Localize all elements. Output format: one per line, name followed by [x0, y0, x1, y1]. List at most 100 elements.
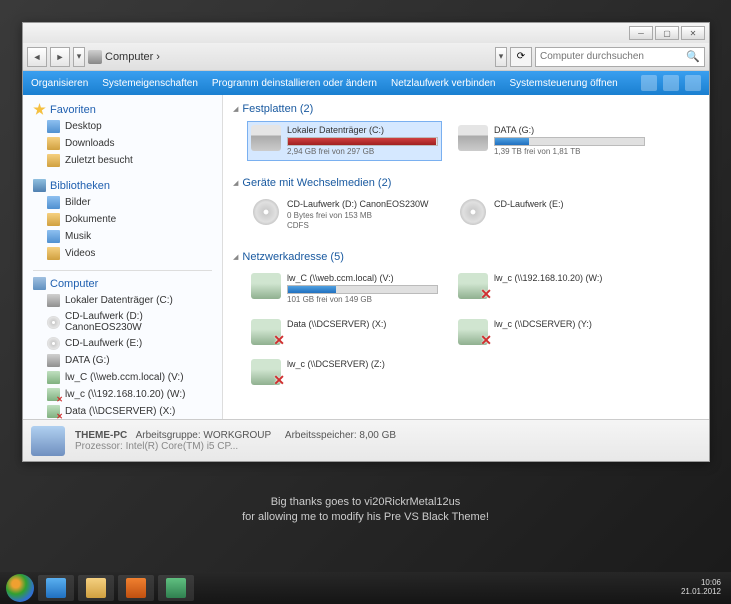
drive-item[interactable]: DATA (G:) 1,39 TB frei von 1,81 TB: [454, 121, 649, 161]
preview-pane-icon[interactable]: [663, 75, 679, 91]
drive-name: CD-Laufwerk (E:): [494, 199, 645, 210]
maximize-button[interactable]: ▢: [655, 26, 679, 40]
network-drive-icon: [251, 273, 281, 299]
search-input[interactable]: [540, 51, 686, 62]
search-box[interactable]: 🔍: [535, 47, 705, 67]
drive-item[interactable]: lw_c (\\DCSERVER) (Z:): [247, 355, 442, 389]
music-icon: [47, 230, 60, 243]
command-bar: Organisieren Systemeigenschaften Program…: [23, 71, 709, 95]
minimize-button[interactable]: ─: [629, 26, 653, 40]
sidebar-item-drive[interactable]: Data (\\DCSERVER) (X:): [23, 403, 222, 419]
drive-fs-text: CDFS: [287, 221, 438, 231]
recent-icon: [47, 154, 60, 167]
category-header-rm[interactable]: Geräte mit Wechselmedien (2): [233, 175, 699, 191]
view-options-icon[interactable]: [641, 75, 657, 91]
computer-icon: [88, 50, 102, 64]
drive-name: lw_c (\\192.168.10.20) (W:): [494, 273, 645, 284]
sidebar-item-documents[interactable]: Dokumente: [23, 211, 222, 228]
storage-bar: [287, 137, 438, 146]
libraries-header[interactable]: Bibliotheken: [23, 177, 222, 194]
map-network-drive-button[interactable]: Netzlaufwerk verbinden: [391, 78, 496, 89]
tray-date: 21.01.2012: [681, 588, 721, 597]
storage-bar: [494, 137, 645, 146]
sidebar-item-drive[interactable]: CD-Laufwerk (D:) CanonEOS230W: [23, 309, 222, 335]
category-header-hd[interactable]: Festplatten (2): [233, 101, 699, 117]
computer-icon: [33, 277, 46, 290]
app-icon: [166, 578, 186, 598]
credits-text: Big thanks goes to vi20RickrMetal12us fo…: [0, 495, 731, 526]
drive-free-text: 2,94 GB frei von 297 GB: [287, 147, 438, 157]
computer-header[interactable]: Computer: [23, 275, 222, 292]
storage-bar: [287, 285, 438, 294]
forward-button[interactable]: ►: [50, 47, 70, 67]
uninstall-program-button[interactable]: Programm deinstallieren oder ändern: [212, 78, 377, 89]
drive-item[interactable]: lw_c (\\DCSERVER) (Y:): [454, 315, 649, 349]
drive-name: lw_C (\\web.ccm.local) (V:): [287, 273, 438, 284]
drive-name: DATA (G:): [494, 125, 645, 136]
drive-name: CD-Laufwerk (D:) CanonEOS230W: [287, 199, 438, 210]
help-icon[interactable]: [685, 75, 701, 91]
cd-icon: [251, 199, 281, 225]
breadcrumb-computer[interactable]: Computer: [105, 51, 153, 63]
desktop-icon: [47, 120, 60, 133]
computer-large-icon: [31, 426, 65, 456]
category-header-net[interactable]: Netzwerkadresse (5): [233, 249, 699, 265]
content-pane: Festplatten (2) Lokaler Datenträger (C:)…: [223, 95, 709, 419]
sidebar-item-music[interactable]: Musik: [23, 228, 222, 245]
breadcrumb-sep: ›: [156, 51, 160, 63]
start-button[interactable]: [6, 574, 34, 602]
taskbar-app-4[interactable]: [158, 575, 194, 601]
drive-free-text: 1,39 TB frei von 1,81 TB: [494, 147, 645, 157]
navbar: ◄ ► ▾ Computer › ▾ ⟳ 🔍: [23, 43, 709, 71]
sidebar-item-recent[interactable]: Zuletzt besucht: [23, 152, 222, 169]
sidebar-item-videos[interactable]: Videos: [23, 245, 222, 262]
sidebar-item-drive[interactable]: lw_C (\\web.ccm.local) (V:): [23, 369, 222, 386]
category-network: Netzwerkadresse (5) lw_C (\\web.ccm.loca…: [233, 249, 699, 393]
address-bar[interactable]: Computer ›: [88, 50, 160, 64]
drive-item[interactable]: lw_c (\\192.168.10.20) (W:): [454, 269, 649, 309]
drive-item[interactable]: lw_C (\\web.ccm.local) (V:) 101 GB frei v…: [247, 269, 442, 309]
media-icon: [126, 578, 146, 598]
favorites-header[interactable]: Favoriten: [23, 101, 222, 118]
hdd-icon: [458, 125, 488, 151]
drive-free-text: 101 GB frei von 149 GB: [287, 295, 438, 305]
drive-free-text: 0 Bytes frei von 153 MB: [287, 211, 438, 221]
sidebar-item-downloads[interactable]: Downloads: [23, 135, 222, 152]
sidebar-item-drive[interactable]: Lokaler Datenträger (C:): [23, 292, 222, 309]
network-drive-disconnected-icon: [458, 273, 488, 299]
ie-icon: [46, 578, 66, 598]
organize-menu[interactable]: Organisieren: [31, 78, 88, 89]
back-button[interactable]: ◄: [27, 47, 47, 67]
cd-icon: [47, 337, 60, 350]
drive-item[interactable]: CD-Laufwerk (D:) CanonEOS230W0 Bytes fre…: [247, 195, 442, 234]
sidebar-item-drive[interactable]: CD-Laufwerk (E:): [23, 335, 222, 352]
category-removable: Geräte mit Wechselmedien (2) CD-Laufwerk…: [233, 175, 699, 238]
address-dropdown[interactable]: ▾: [495, 47, 507, 67]
drive-item[interactable]: Lokaler Datenträger (C:)2,94 GB frei von…: [247, 121, 442, 161]
system-properties-button[interactable]: Systemeigenschaften: [102, 78, 198, 89]
hdd-icon: [251, 125, 281, 151]
libraries-icon: [33, 179, 46, 192]
taskbar-app-media[interactable]: [118, 575, 154, 601]
taskbar-app-explorer[interactable]: [78, 575, 114, 601]
drive-name: lw_c (\\DCSERVER) (Z:): [287, 359, 438, 370]
system-tray[interactable]: 10:06 21.01.2012: [681, 579, 725, 597]
folder-icon: [47, 137, 60, 150]
star-icon: [33, 103, 46, 116]
drive-item[interactable]: Data (\\DCSERVER) (X:): [247, 315, 442, 349]
cd-icon: [458, 199, 488, 225]
refresh-button[interactable]: ⟳: [510, 47, 532, 67]
taskbar-app-ie[interactable]: [38, 575, 74, 601]
netx-icon: [47, 388, 60, 401]
details-pane: THEME-PC Arbeitsgruppe: WORKGROUP Arbeit…: [23, 419, 709, 461]
history-dropdown[interactable]: ▾: [73, 47, 85, 67]
control-panel-button[interactable]: Systemsteuerung öffnen: [509, 78, 617, 89]
sidebar-item-drive[interactable]: DATA (G:): [23, 352, 222, 369]
category-hard-disks: Festplatten (2) Lokaler Datenträger (C:)…: [233, 101, 699, 165]
sidebar-item-pictures[interactable]: Bilder: [23, 194, 222, 211]
sidebar-item-drive[interactable]: lw_c (\\192.168.10.20) (W:): [23, 386, 222, 403]
sidebar-item-desktop[interactable]: Desktop: [23, 118, 222, 135]
search-icon: 🔍: [686, 50, 700, 63]
close-button[interactable]: ✕: [681, 26, 705, 40]
drive-item[interactable]: CD-Laufwerk (E:): [454, 195, 649, 234]
